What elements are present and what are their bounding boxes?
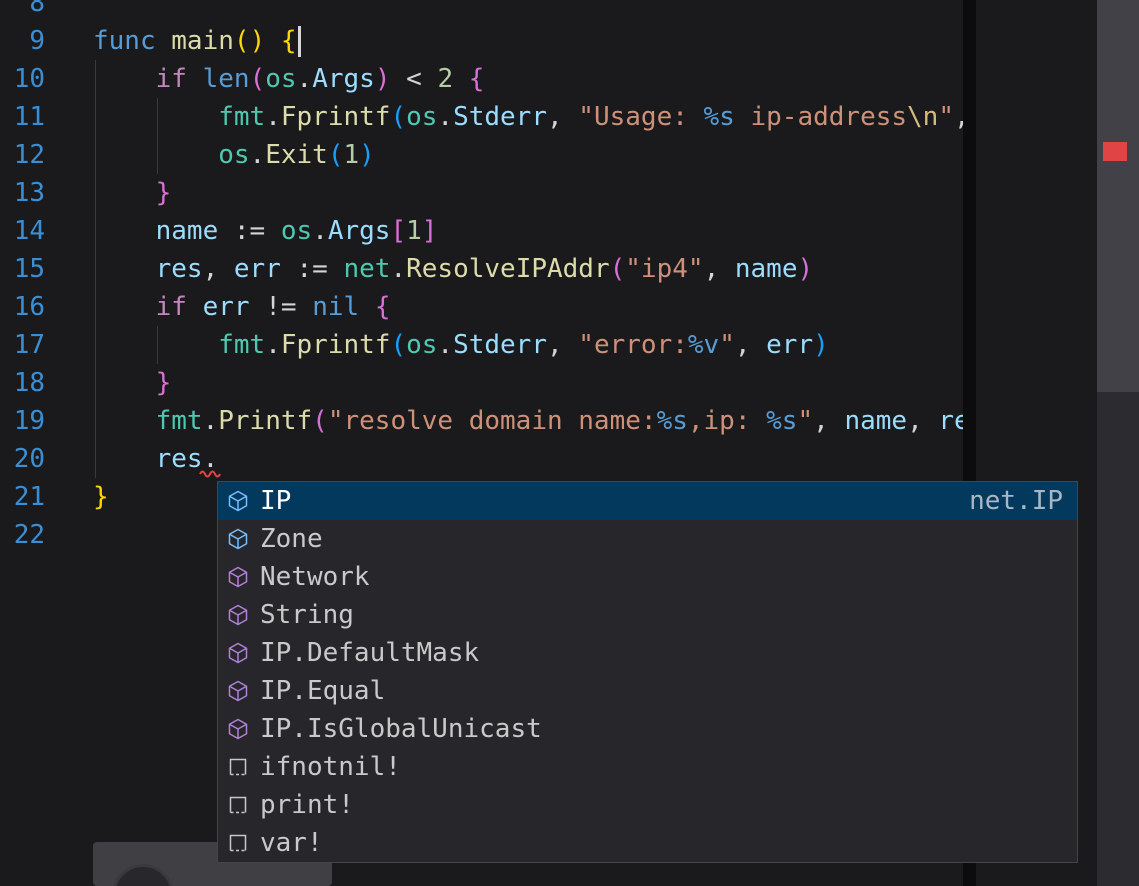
symbol-snippet-icon: [226, 755, 250, 779]
suggestion-item[interactable]: print!: [218, 786, 1077, 824]
code-text[interactable]: func main() {: [93, 22, 297, 60]
symbol-field-icon: [226, 527, 250, 551]
suggestion-label: Network: [260, 558, 370, 596]
suggestion-item[interactable]: Zone: [218, 520, 1077, 558]
code-editor: 89 func main() { 10 if len(os.Args) < 2 { 1…: [0, 0, 1139, 886]
vertical-scrollbar-thumb[interactable]: [1097, 0, 1139, 392]
code-text[interactable]: if len(os.Args) < 2 {: [93, 60, 484, 98]
suggestion-label: IP.DefaultMask: [260, 634, 479, 672]
code-text[interactable]: }: [93, 174, 171, 212]
suggestion-item[interactable]: IP.IsGlobalUnicast: [218, 710, 1077, 748]
suggestion-item[interactable]: IP.DefaultMask: [218, 634, 1077, 672]
suggestion-label: String: [260, 596, 354, 634]
suggestion-label: ifnotnil!: [260, 748, 401, 786]
indent-guide: [157, 98, 158, 174]
line-number[interactable]: 12: [0, 136, 45, 174]
suggestion-label: var!: [260, 824, 323, 862]
symbol-method-icon: [226, 603, 250, 627]
line-number[interactable]: 11: [0, 98, 45, 136]
suggestion-item[interactable]: IP net.IP: [218, 482, 1077, 520]
suggestion-label: print!: [260, 786, 354, 824]
suggestion-detail: net.IP: [969, 482, 1063, 520]
suggestion-item[interactable]: IP.Equal: [218, 672, 1077, 710]
line-number[interactable]: 9: [0, 22, 45, 60]
suggestion-item[interactable]: String: [218, 596, 1077, 634]
suggestion-label: IP.IsGlobalUnicast: [260, 710, 542, 748]
indent-guide: [157, 326, 158, 364]
line-number[interactable]: 15: [0, 250, 45, 288]
line-number[interactable]: 8: [0, 0, 45, 22]
suggestion-label: IP: [260, 482, 291, 520]
code-text[interactable]: fmt.Printf("resolve domain name:%s,ip: %…: [93, 402, 985, 440]
suggestion-item[interactable]: ifnotnil!: [218, 748, 1077, 786]
symbol-method-icon: [226, 641, 250, 665]
overview-error-marker: [1103, 142, 1127, 161]
line-number[interactable]: 21: [0, 478, 45, 516]
symbol-field-icon: [226, 489, 250, 513]
line-number[interactable]: 13: [0, 174, 45, 212]
line-number[interactable]: 17: [0, 326, 45, 364]
code-text[interactable]: fmt.Fprintf(os.Stderr, "error:%v", err): [93, 326, 829, 364]
suggestion-label: IP.Equal: [260, 672, 385, 710]
code-text[interactable]: if err != nil {: [93, 288, 390, 326]
symbol-snippet-icon: [226, 831, 250, 855]
line-number[interactable]: 16: [0, 288, 45, 326]
code-text[interactable]: }: [93, 478, 109, 516]
code-text[interactable]: }: [93, 364, 171, 402]
indent-guide: [95, 60, 96, 478]
code-text[interactable]: os.Exit(1): [93, 136, 375, 174]
line-number[interactable]: 10: [0, 60, 45, 98]
line-number[interactable]: 22: [0, 516, 45, 554]
line-number[interactable]: 20: [0, 440, 45, 478]
suggest-widget: IPnet.IPZoneNetworkStringIP.DefaultMaskI…: [217, 481, 1078, 863]
line-number[interactable]: 19: [0, 402, 45, 440]
code-text[interactable]: name := os.Args[1]: [93, 212, 437, 250]
code-text[interactable]: res, err := net.ResolveIPAddr("ip4", nam…: [93, 250, 813, 288]
text-cursor: [298, 26, 301, 57]
symbol-method-icon: [226, 565, 250, 589]
code-text[interactable]: fmt.Fprintf(os.Stderr, "Usage: %s ip-add…: [93, 98, 970, 136]
suggestion-item[interactable]: Network: [218, 558, 1077, 596]
symbol-method-icon: [226, 679, 250, 703]
suggestion-item[interactable]: var!: [218, 824, 1077, 862]
line-number[interactable]: 14: [0, 212, 45, 250]
suggestion-label: Zone: [260, 520, 323, 558]
symbol-method-icon: [226, 717, 250, 741]
line-number[interactable]: 18: [0, 364, 45, 402]
error-squiggle-icon: [199, 468, 221, 478]
symbol-snippet-icon: [226, 793, 250, 817]
